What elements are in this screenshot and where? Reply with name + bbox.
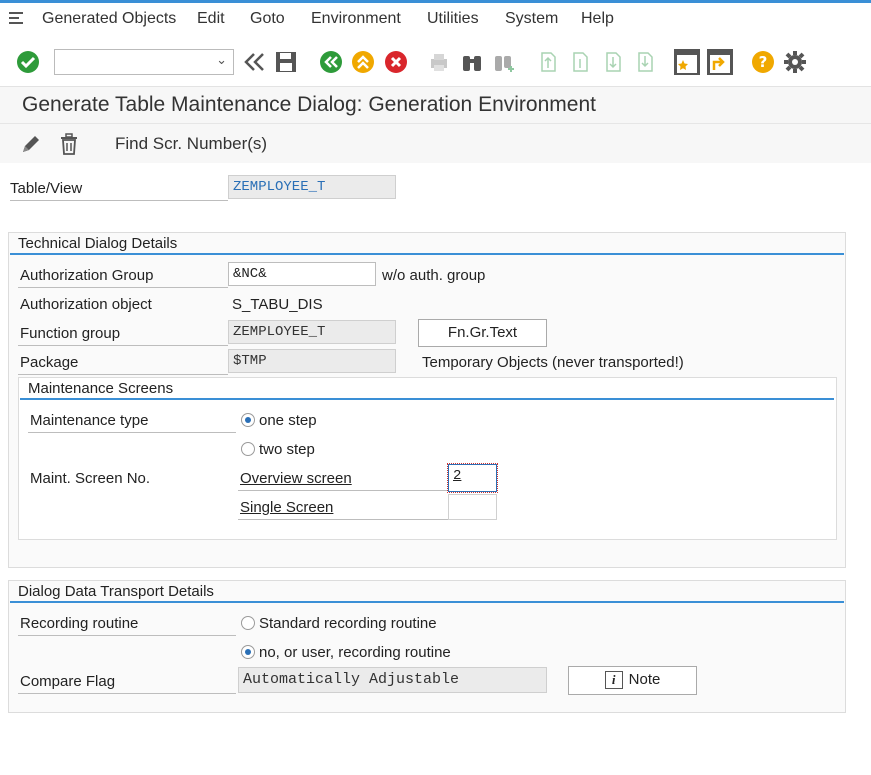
settings-gear-icon[interactable] <box>783 50 807 74</box>
table-view-field: ZEMPLOYEE_T <box>228 175 396 199</box>
user-recording-label[interactable]: no, or user, recording routine <box>259 644 451 661</box>
standard-recording-label[interactable]: Standard recording routine <box>259 615 437 632</box>
title-bar: Generate Table Maintenance Dialog: Gener… <box>0 87 871 124</box>
next-page-icon <box>601 50 625 74</box>
menu-goto[interactable]: Goto <box>250 10 285 28</box>
find-screen-numbers-button[interactable]: Find Scr. Number(s) <box>115 134 267 154</box>
table-view-label: Table/View <box>10 180 83 197</box>
one-step-radio[interactable] <box>241 413 255 427</box>
back-icon[interactable] <box>319 50 343 74</box>
collapse-double-left-icon[interactable] <box>243 50 267 74</box>
menu-toggle-icon[interactable] <box>8 10 26 31</box>
package-underline <box>18 374 228 375</box>
exit-icon[interactable] <box>351 50 375 74</box>
overview-underline <box>238 490 448 491</box>
auth-group-input[interactable]: &NC& <box>228 262 376 286</box>
compare-flag-underline <box>18 693 236 694</box>
standard-recording-radio[interactable] <box>241 616 255 630</box>
maintenance-screens-group <box>18 377 837 540</box>
technical-heading-line <box>10 253 844 255</box>
print-icon <box>427 50 451 74</box>
maint-screen-no-label: Maint. Screen No. <box>30 470 151 487</box>
delete-trash-icon[interactable] <box>58 133 80 159</box>
package-description: Temporary Objects (never transported!) <box>422 354 684 371</box>
auth-object-value: S_TABU_DIS <box>232 296 323 313</box>
edit-pencil-icon[interactable] <box>20 133 42 159</box>
function-group-field: ZEMPLOYEE_T <box>228 320 396 344</box>
maintenance-heading-line <box>20 398 834 400</box>
info-icon: i <box>604 671 623 690</box>
two-step-label[interactable]: two step <box>259 441 315 458</box>
find-binoculars-icon[interactable] <box>460 50 484 74</box>
enter-check-icon[interactable] <box>16 50 40 74</box>
menu-help[interactable]: Help <box>581 10 614 28</box>
menu-environment[interactable]: Environment <box>311 10 401 28</box>
single-underline <box>238 519 448 520</box>
compare-flag-label: Compare Flag <box>20 673 116 690</box>
menu-generated-objects[interactable]: Generated Objects <box>42 10 176 28</box>
generate-shortcut-icon[interactable] <box>706 48 734 76</box>
single-screen-link[interactable]: Single Screen <box>240 499 333 516</box>
auth-group-label: Authorization Group <box>20 267 154 284</box>
fn-group-text-button[interactable]: Fn.Gr.Text <box>418 319 547 347</box>
one-step-label[interactable]: one step <box>259 412 317 429</box>
chevron-down-icon[interactable]: ⌄ <box>216 52 227 68</box>
page-title: Generate Table Maintenance Dialog: Gener… <box>22 93 596 116</box>
table-view-underline <box>10 200 228 201</box>
two-step-radio[interactable] <box>241 442 255 456</box>
standard-toolbar: ⌄ ? <box>0 36 871 87</box>
package-field: $TMP <box>228 349 396 373</box>
note-button[interactable]: i Note <box>568 666 697 695</box>
command-field[interactable]: ⌄ <box>54 49 234 75</box>
first-page-icon <box>536 50 560 74</box>
recording-underline <box>18 635 236 636</box>
application-toolbar: Find Scr. Number(s) <box>0 124 871 162</box>
transport-heading-line <box>10 601 844 603</box>
compare-flag-field: Automatically Adjustable <box>238 667 547 693</box>
create-session-icon[interactable] <box>673 48 701 76</box>
maintenance-type-underline <box>28 432 236 433</box>
note-button-label: Note <box>628 671 661 688</box>
auth-object-label: Authorization object <box>20 296 152 313</box>
menu-system[interactable]: System <box>505 10 558 28</box>
recording-routine-label: Recording routine <box>20 615 139 632</box>
previous-page-icon <box>568 50 592 74</box>
find-next-icon <box>492 50 516 74</box>
help-icon[interactable]: ? <box>751 50 775 74</box>
technical-details-heading: Technical Dialog Details <box>18 235 178 252</box>
menu-utilities[interactable]: Utilities <box>427 10 479 28</box>
package-label: Package <box>20 354 79 371</box>
save-icon[interactable] <box>274 50 298 74</box>
function-group-underline <box>18 345 228 346</box>
menu-edit[interactable]: Edit <box>197 10 225 28</box>
auth-group-underline <box>18 287 228 288</box>
overview-screen-input[interactable]: 2 <box>447 463 498 493</box>
function-group-label: Function group <box>20 325 121 342</box>
single-screen-input[interactable] <box>448 494 497 520</box>
maintenance-type-label: Maintenance type <box>30 412 149 429</box>
maintenance-screens-heading: Maintenance Screens <box>28 380 174 397</box>
cancel-icon[interactable] <box>384 50 408 74</box>
last-page-icon <box>633 50 657 74</box>
transport-details-heading: Dialog Data Transport Details <box>18 583 214 600</box>
overview-screen-link[interactable]: Overview screen <box>240 470 352 487</box>
auth-group-description: w/o auth. group <box>382 267 486 284</box>
menu-bar: Generated Objects Edit Goto Environment … <box>0 3 871 36</box>
svg-text:?: ? <box>759 53 768 71</box>
user-recording-radio[interactable] <box>241 645 255 659</box>
